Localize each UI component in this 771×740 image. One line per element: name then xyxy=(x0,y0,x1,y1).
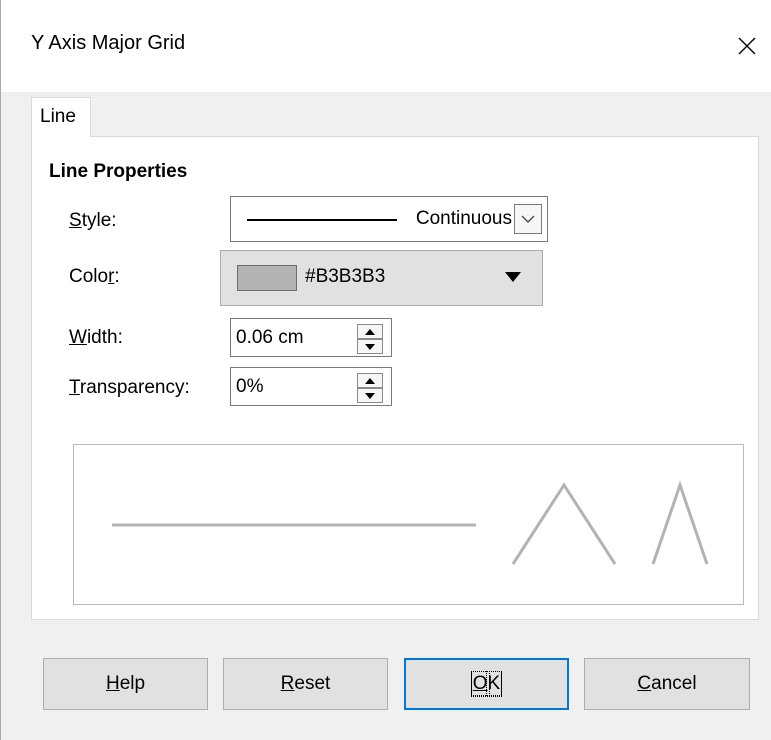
dialog-title: Y Axis Major Grid xyxy=(31,32,186,54)
width-spin-buttons xyxy=(357,324,383,354)
dropdown-triangle-icon xyxy=(505,272,521,282)
tab-line[interactable]: Line xyxy=(31,97,91,137)
cancel-button-label: Cancel xyxy=(637,673,697,694)
style-dropdown[interactable]: Continuous xyxy=(230,196,548,242)
ok-button[interactable]: OK xyxy=(404,658,569,710)
transparency-label: Transparency: xyxy=(69,377,190,398)
triangle-up-icon xyxy=(365,328,375,335)
color-swatch xyxy=(237,265,297,291)
help-button-label: Help xyxy=(105,673,146,694)
style-line-sample xyxy=(247,219,397,221)
chevron-down-icon xyxy=(521,215,535,223)
transparency-value: 0% xyxy=(236,376,264,397)
preview-graphic xyxy=(112,480,709,565)
preview-wide-peak xyxy=(511,482,617,565)
title-bar: Y Axis Major Grid xyxy=(1,0,771,92)
width-increment-button[interactable] xyxy=(357,324,383,339)
reset-button[interactable]: Reset xyxy=(223,658,388,710)
close-icon xyxy=(738,37,756,55)
color-label: Color: xyxy=(69,266,120,287)
close-button[interactable] xyxy=(723,22,771,70)
color-value: #B3B3B3 xyxy=(305,266,386,287)
width-value: 0.06 cm xyxy=(236,327,304,348)
triangle-down-icon xyxy=(365,392,375,399)
style-value: Continuous xyxy=(415,208,512,229)
section-title: Line Properties xyxy=(49,161,188,182)
help-button[interactable]: Help xyxy=(43,658,208,710)
width-decrement-button[interactable] xyxy=(357,339,383,354)
triangle-down-icon xyxy=(365,343,375,350)
color-picker-button[interactable]: #B3B3B3 xyxy=(220,250,543,306)
dialog-window: Y Axis Major Grid Line Line Properties S… xyxy=(0,0,771,740)
transparency-spin-buttons xyxy=(357,373,383,403)
line-preview xyxy=(73,444,744,605)
style-label: Style: xyxy=(69,210,117,231)
tab-line-label: Line xyxy=(40,106,76,127)
cancel-button[interactable]: Cancel xyxy=(584,658,750,710)
reset-button-label: Reset xyxy=(280,673,331,694)
style-dropdown-button[interactable] xyxy=(514,204,542,234)
transparency-decrement-button[interactable] xyxy=(357,388,383,403)
triangle-up-icon xyxy=(365,377,375,384)
transparency-spinbox[interactable]: 0% xyxy=(230,367,392,406)
width-label: Width: xyxy=(69,327,123,348)
ok-button-label: OK xyxy=(470,671,503,697)
transparency-increment-button[interactable] xyxy=(357,373,383,388)
preview-narrow-peak xyxy=(651,480,709,565)
width-spinbox[interactable]: 0.06 cm xyxy=(230,318,392,357)
